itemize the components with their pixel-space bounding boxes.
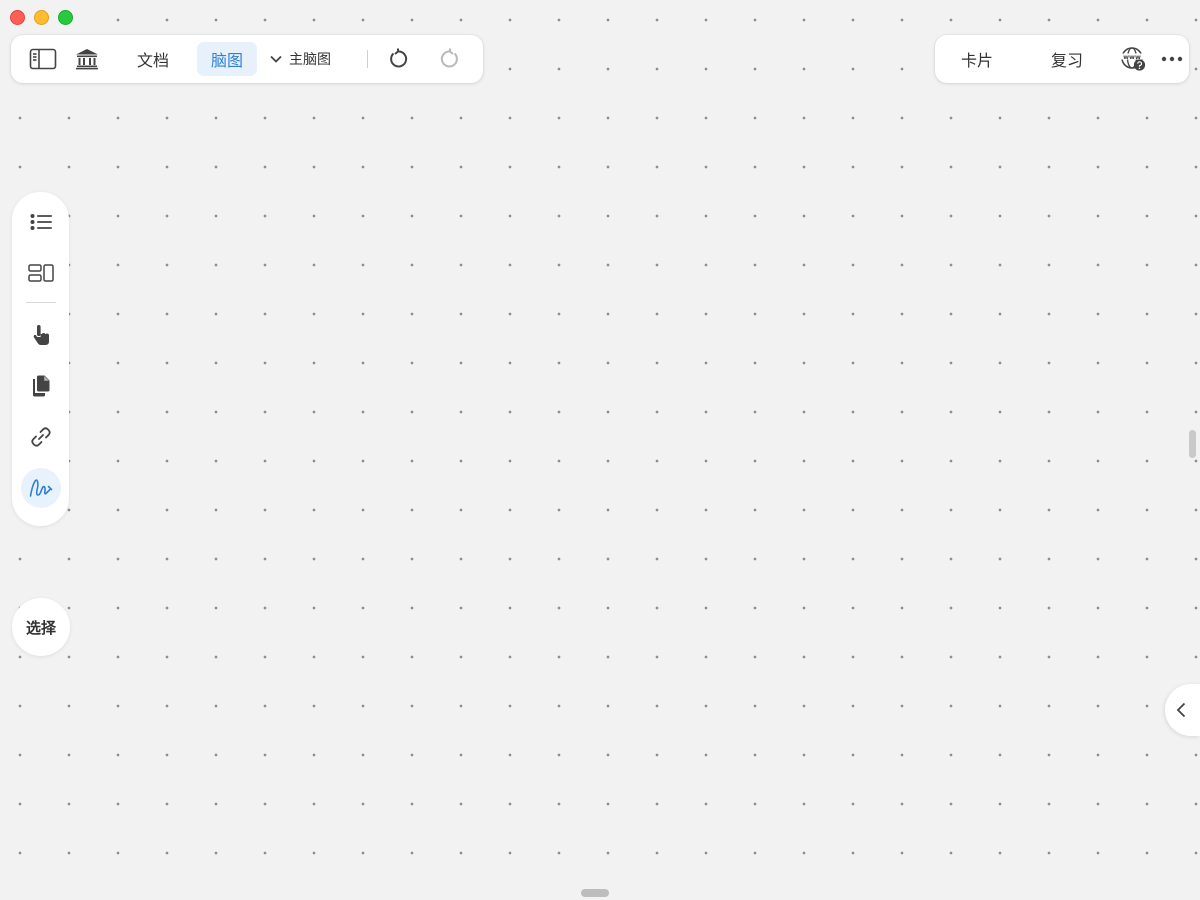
vertical-scrollbar[interactable] bbox=[1189, 430, 1196, 458]
redo-button[interactable] bbox=[432, 41, 468, 77]
redo-icon bbox=[440, 48, 458, 68]
toolbar-divider bbox=[367, 50, 369, 68]
tab-mindmap[interactable]: 脑图 bbox=[197, 42, 258, 76]
undo-icon bbox=[390, 48, 408, 68]
library-button[interactable] bbox=[69, 41, 105, 77]
mindmap-select[interactable]: 主脑图 bbox=[263, 45, 337, 73]
outline-list-icon bbox=[30, 214, 52, 230]
more-button[interactable] bbox=[1161, 41, 1183, 77]
tool-panel-divider bbox=[25, 302, 56, 303]
layout-button[interactable] bbox=[21, 253, 61, 293]
select-mode-button[interactable]: 选择 bbox=[12, 598, 70, 656]
chevron-down-icon bbox=[270, 55, 282, 63]
more-icon bbox=[1161, 56, 1183, 62]
review-button[interactable]: 复习 bbox=[1037, 42, 1097, 76]
bottom-drawer-handle[interactable] bbox=[581, 889, 609, 897]
tool-panel bbox=[12, 192, 69, 526]
window-minimize-button[interactable] bbox=[34, 10, 49, 25]
collapse-panel-button[interactable] bbox=[1165, 684, 1200, 736]
window-maximize-button[interactable] bbox=[58, 10, 73, 25]
document-copy-icon bbox=[32, 375, 49, 397]
tab-document[interactable]: 文档 bbox=[123, 42, 183, 76]
web-help-button[interactable]: www bbox=[1119, 41, 1147, 77]
undo-button[interactable] bbox=[380, 41, 416, 77]
link-icon bbox=[30, 427, 51, 447]
library-icon bbox=[76, 49, 98, 70]
layout-icon bbox=[27, 264, 54, 282]
mindmap-select-value: 主脑图 bbox=[289, 52, 332, 68]
sidebar-toggle-button[interactable] bbox=[25, 41, 61, 77]
pointer-hand-icon bbox=[33, 325, 49, 345]
pointer-tool-button[interactable] bbox=[21, 315, 61, 355]
chevron-left-icon bbox=[1176, 702, 1186, 718]
window-controls bbox=[10, 10, 73, 25]
web-help-icon: www bbox=[1121, 47, 1146, 71]
right-toolbar: 卡片 复习 www bbox=[935, 35, 1189, 83]
link-tool-button[interactable] bbox=[21, 417, 61, 457]
card-button[interactable]: 卡片 bbox=[947, 42, 1007, 76]
main-toolbar: 文档 脑图 主脑图 bbox=[11, 35, 483, 83]
draw-tool-button[interactable] bbox=[20, 468, 61, 508]
document-tool-button[interactable] bbox=[21, 366, 61, 406]
window-close-button[interactable] bbox=[10, 10, 25, 25]
outline-button[interactable] bbox=[21, 202, 61, 242]
sidebar-toggle-icon bbox=[29, 48, 57, 70]
draw-pen-icon bbox=[29, 479, 52, 497]
